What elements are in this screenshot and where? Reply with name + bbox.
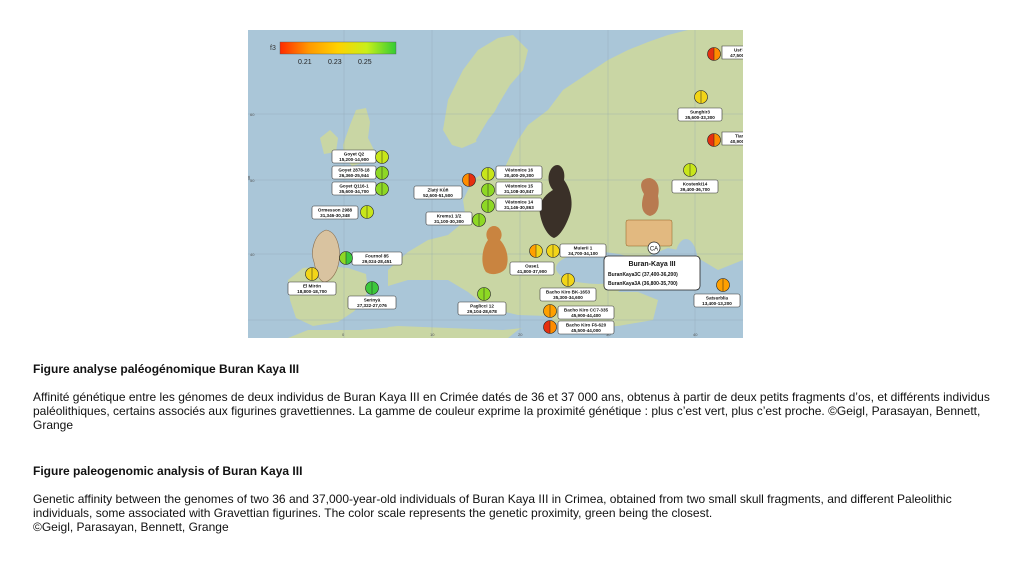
site-name: Tianyuan <box>735 134 743 139</box>
site-name: Věstonice 14 <box>505 200 534 205</box>
lon-label-20: 20 <box>518 332 523 337</box>
site-name: Goyet Q2 <box>344 152 365 157</box>
caption-english-credit: ©Geigl, Parasayan, Bennett, Grange <box>33 520 229 534</box>
site-name: Oase1 <box>525 264 539 269</box>
buran-line-3c: BuranKaya3C (37,400-36,200) <box>608 272 678 278</box>
site-name: Věstonice 16 <box>505 168 534 173</box>
site-vestonice15: Věstonice 1531,108-30,847 <box>481 181 543 197</box>
site-date: 15,200-14,900 <box>339 157 369 162</box>
skull-fragment-photo <box>625 219 673 247</box>
site-date: 34,700-34,100 <box>568 251 598 256</box>
site-name: Goyet Q116-1 <box>339 184 369 189</box>
buran-title: Buran-Kaya III <box>628 261 675 268</box>
color-scale-bar <box>279 41 397 55</box>
site-name: Serinyà <box>364 298 381 303</box>
site-name: Bacho Kiro CC7-335 <box>564 308 609 313</box>
site-name: Sunghir3 <box>690 110 710 115</box>
site-date: 35,600-34,700 <box>339 189 369 194</box>
site-ust-ishim: Ust'-Ishim47,500-42,600 <box>707 45 743 61</box>
scale-tick: 0.25 <box>358 59 372 66</box>
caption-french-title: Figure analyse paléogénomique Buran Kaya… <box>33 362 300 376</box>
buran-line-3a: BuranKaya3A (36,800-35,700) <box>608 281 678 287</box>
lat-label-40: 40 <box>250 252 255 257</box>
scale-tick: 0.23 <box>328 59 342 66</box>
site-date: 29,104-28,678 <box>467 309 497 314</box>
site-ormesson: Ormesson 298831,346-30,348 <box>311 205 374 220</box>
site-name: Paglicci 12 <box>470 304 494 309</box>
site-name: Satsurblia <box>706 296 729 301</box>
lon-label-40: 40 <box>693 332 698 337</box>
site-date: 31,346-30,348 <box>320 213 350 218</box>
site-name: El Mirón <box>303 284 321 289</box>
site-name: Muierii 1 <box>574 246 593 251</box>
site-date: 52,600-51,500 <box>423 193 453 198</box>
site-name: Kostenki14 <box>683 182 708 187</box>
site-bacho-f6: Bacho Kiro F6-62045,500-44,000 <box>543 320 615 335</box>
site-fournol: Fournol 8529,024-28,451 <box>339 251 403 266</box>
lat-label-60: 60 <box>250 112 255 117</box>
site-date: 39,400-36,700 <box>680 187 710 192</box>
site-name: Bacho Kiro F6-620 <box>566 323 607 328</box>
site-date: 35,300-34,600 <box>553 295 583 300</box>
site-date: 31,108-30,847 <box>504 189 534 194</box>
caption-english-body: Genetic affinity between the genomes of … <box>33 492 952 520</box>
pottery-figure-kostenki <box>641 178 659 216</box>
site-name: Věstonice 15 <box>505 184 534 189</box>
site-date: 45,500-44,000 <box>571 328 601 333</box>
buran-marker-label: CA <box>650 247 658 253</box>
site-date: 13,400-13,200 <box>702 301 732 306</box>
site-name: Ormesson 2988 <box>318 208 353 213</box>
caption-french: Figure analyse paléogénomique Buran Kaya… <box>33 362 993 432</box>
site-goyet-q2: Goyet Q215,200-14,900 <box>331 149 389 164</box>
site-name: Goyet 2878-18 <box>338 168 370 173</box>
scale-label: f3 <box>270 45 276 52</box>
site-goyet-q116: Goyet Q116-135,600-34,700 <box>331 181 389 196</box>
caption-english-title: Figure paleogenomic analysis of Buran Ka… <box>33 464 303 478</box>
scale-tick: 0.21 <box>298 59 312 66</box>
site-name: Zlatý Kůň <box>428 187 449 193</box>
map-figure: f3 0.21 0.23 0.25 60 50 40 lat 0 10 20 3… <box>248 30 743 338</box>
site-muierii1: Muierii 134,700-34,100 <box>546 243 607 258</box>
site-name: Ust'-Ishim <box>734 48 743 53</box>
site-name: Bacho Kiro BK-1653 <box>546 290 591 295</box>
lon-label-10: 10 <box>430 332 435 337</box>
site-date: 31,146-30,863 <box>504 205 534 210</box>
site-date: 31,100-30,300 <box>434 219 464 224</box>
site-date: 47,500-42,600 <box>730 53 743 58</box>
site-tianyuan: Tianyuan40,900-38,100 <box>707 131 743 147</box>
site-goyet-2878: Goyet 2878-1826,360-25,944 <box>331 165 389 180</box>
caption-english: Figure paleogenomic analysis of Buran Ka… <box>33 464 993 534</box>
site-name: Fournol 85 <box>365 254 389 259</box>
site-date: 29,024-28,451 <box>362 259 392 264</box>
site-date: 35,600-33,300 <box>685 115 715 120</box>
site-vestonice14: Věstonice 1431,146-30,863 <box>481 197 543 213</box>
site-date: 30,400-29,300 <box>504 173 534 178</box>
site-krems: Krems1 1/231,100-30,300 <box>425 211 486 227</box>
site-vestonice16: Věstonice 1630,400-29,300 <box>481 165 543 181</box>
map-svg: f3 0.21 0.23 0.25 60 50 40 lat 0 10 20 3… <box>248 30 743 338</box>
site-date: 40,900-38,100 <box>730 139 743 144</box>
site-date: 27,322-27,076 <box>357 303 387 308</box>
caption-french-body: Affinité génétique entre les génomes de … <box>33 390 990 432</box>
site-date: 41,800-37,900 <box>517 269 547 274</box>
site-date: 26,360-25,944 <box>339 173 369 178</box>
site-date: 18,800-18,700 <box>297 289 327 294</box>
site-date: 45,900-44,400 <box>571 313 601 318</box>
site-name: Krems1 1/2 <box>437 214 462 219</box>
